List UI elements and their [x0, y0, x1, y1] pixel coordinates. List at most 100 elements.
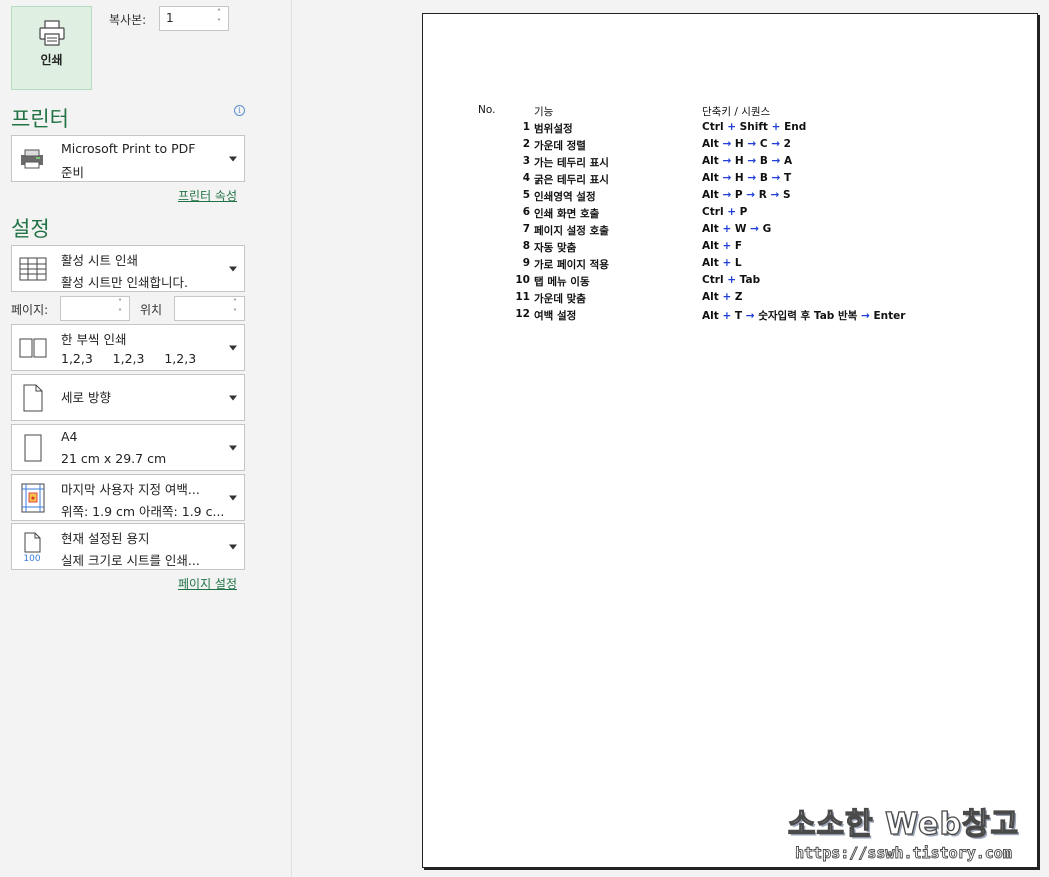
margins-line2: 위쪽: 1.9 cm 아래쪽: 1.9 c... — [61, 504, 225, 519]
pages-to-label: 위치 — [140, 303, 163, 317]
scaling-line1: 현재 설정된 용지 — [61, 531, 150, 546]
row-number: 2 — [522, 138, 530, 150]
collation-line1: 한 부씩 인쇄 — [61, 332, 127, 347]
paper-size-line2: 21 cm x 29.7 cm — [61, 451, 167, 466]
paper-size-dropdown[interactable]: A4 21 cm x 29.7 cm — [11, 424, 245, 471]
collated-pages-icon — [18, 333, 48, 363]
row-function: 가는 테두리 표시 — [534, 157, 609, 169]
watermark-title: 소소한 Web창고 — [787, 806, 1020, 842]
printer-name: Microsoft Print to PDF — [61, 141, 196, 156]
row-function: 자동 맞춤 — [534, 242, 577, 254]
copies-label: 복사본: — [109, 13, 147, 27]
spin-down-icon[interactable]: ˅ — [213, 18, 225, 28]
scaling-dropdown[interactable]: 100 현재 설정된 용지 실제 크기로 시트를 인쇄... — [11, 523, 245, 570]
row-shortcut: Alt → H → B → A — [702, 155, 793, 167]
margins-dropdown[interactable]: ★ 마지막 사용자 지정 여백... 위쪽: 1.9 cm 아래쪽: 1.9 c… — [11, 474, 245, 521]
collation-dropdown[interactable]: 한 부씩 인쇄 1,2,3 1,2,3 1,2,3 — [11, 324, 245, 371]
printer-dropdown[interactable]: Microsoft Print to PDF 준비 — [11, 135, 245, 182]
paper-size-icon — [18, 433, 48, 463]
svg-text:★: ★ — [30, 495, 35, 502]
scaling-line2: 실제 크기로 시트를 인쇄... — [61, 553, 200, 568]
row-number: 6 — [522, 206, 530, 218]
print-what-line1: 활성 시트 인쇄 — [61, 253, 138, 268]
row-function: 인쇄영역 설정 — [534, 191, 596, 203]
row-shortcut: Ctrl + P — [702, 206, 748, 218]
row-number: 5 — [522, 189, 530, 201]
copies-value: 1 — [166, 11, 174, 25]
spin-down-icon[interactable]: ˅ — [229, 308, 241, 318]
header-no: No. — [478, 104, 496, 116]
row-function: 인쇄 화면 호출 — [534, 208, 600, 220]
chevron-down-icon — [229, 156, 237, 161]
watermark-url: https://sswh.tistory.com — [795, 844, 1013, 863]
row-number: 10 — [515, 274, 530, 286]
collation-line2: 1,2,3 1,2,3 1,2,3 — [61, 351, 197, 366]
row-function: 가로 페이지 적용 — [534, 259, 609, 271]
margins-icon: ★ — [18, 483, 48, 513]
settings-section-title: 설정 — [11, 217, 50, 241]
row-number: 1 — [522, 121, 530, 133]
row-function: 가운데 정렬 — [534, 140, 586, 152]
row-shortcut: Alt + W → G — [702, 223, 772, 235]
scaling-icon-text: 100 — [23, 554, 40, 562]
row-function: 가운데 맞춤 — [534, 293, 586, 305]
sheet-grid-icon — [18, 254, 48, 284]
row-number: 3 — [522, 155, 530, 167]
row-function: 여백 설정 — [534, 310, 577, 322]
orientation-dropdown[interactable]: 세로 방향 — [11, 374, 245, 421]
printer-icon — [38, 20, 65, 46]
scaling-icon: 100 — [18, 532, 48, 562]
row-shortcut: Ctrl + Tab — [702, 274, 761, 286]
spin-down-icon[interactable]: ˅ — [114, 308, 126, 318]
row-number: 11 — [515, 291, 530, 303]
row-number: 8 — [522, 240, 530, 252]
row-shortcut: Alt → P → R → S — [702, 189, 791, 201]
row-shortcut: Alt → H → B → T — [702, 172, 792, 184]
print-button-label: 인쇄 — [40, 53, 63, 67]
info-icon[interactable]: i — [234, 105, 245, 116]
row-function: 굵은 테두리 표시 — [534, 174, 609, 186]
header-function: 기능 — [534, 106, 554, 118]
pages-from-input[interactable]: ˄ ˅ — [60, 296, 130, 321]
copies-input[interactable]: 1 ˄ ˅ — [159, 6, 229, 31]
pages-to-input[interactable]: ˄ ˅ — [174, 296, 245, 321]
print-what-line2: 활성 시트만 인쇄합니다. — [61, 275, 188, 290]
spin-up-icon[interactable]: ˄ — [114, 298, 126, 308]
page-setup-link[interactable]: 페이지 설정 — [178, 575, 237, 592]
printer-properties-link[interactable]: 프린터 속성 — [178, 187, 237, 204]
pages-label: 페이지: — [11, 303, 49, 317]
row-shortcut: Alt + F — [702, 240, 743, 252]
copies-spinner[interactable]: ˄ ˅ — [213, 8, 225, 29]
row-shortcut: Ctrl + Shift + End — [702, 121, 807, 133]
chevron-down-icon — [229, 395, 237, 400]
chevron-down-icon — [229, 266, 237, 271]
row-number: 7 — [522, 223, 530, 235]
row-shortcut: Alt → H → C → 2 — [702, 138, 791, 150]
chevron-down-icon — [229, 495, 237, 500]
portrait-page-icon — [18, 383, 48, 413]
print-what-dropdown[interactable]: 활성 시트 인쇄 활성 시트만 인쇄합니다. — [11, 245, 245, 292]
row-shortcut: Alt + T → 숫자입력 후 Tab 반복 → Enter — [702, 310, 906, 322]
row-shortcut: Alt + Z — [702, 291, 743, 303]
chevron-down-icon — [229, 345, 237, 350]
chevron-down-icon — [229, 445, 237, 450]
margins-line1: 마지막 사용자 지정 여백... — [61, 482, 200, 497]
pages-from-spinner[interactable]: ˄ ˅ — [114, 298, 126, 319]
row-number: 12 — [515, 308, 530, 320]
row-number: 9 — [522, 257, 530, 269]
chevron-down-icon — [229, 544, 237, 549]
printer-section-title: 프린터 — [11, 107, 69, 131]
watermark: 소소한 Web창고 https://sswh.tistory.com — [781, 799, 1026, 862]
spin-up-icon[interactable]: ˄ — [229, 298, 241, 308]
row-function: 범위설정 — [534, 123, 573, 135]
print-preview-page: No. 기능 단축키 / 시퀀스 1 범위설정 Ctrl + Shift + End… — [422, 13, 1038, 868]
orientation-line1: 세로 방향 — [61, 390, 111, 405]
print-button[interactable]: 인쇄 — [11, 6, 92, 90]
header-shortcut: 단축키 / 시퀀스 — [702, 106, 771, 118]
printer-device-icon — [18, 144, 48, 174]
row-function: 페이지 설정 호출 — [534, 225, 609, 237]
spin-up-icon[interactable]: ˄ — [213, 8, 225, 18]
print-settings-panel: 인쇄 복사본: 1 ˄ ˅ 프린터 i Microsoft Print to P… — [0, 0, 292, 877]
pages-to-spinner[interactable]: ˄ ˅ — [229, 298, 241, 319]
row-number: 4 — [522, 172, 530, 184]
